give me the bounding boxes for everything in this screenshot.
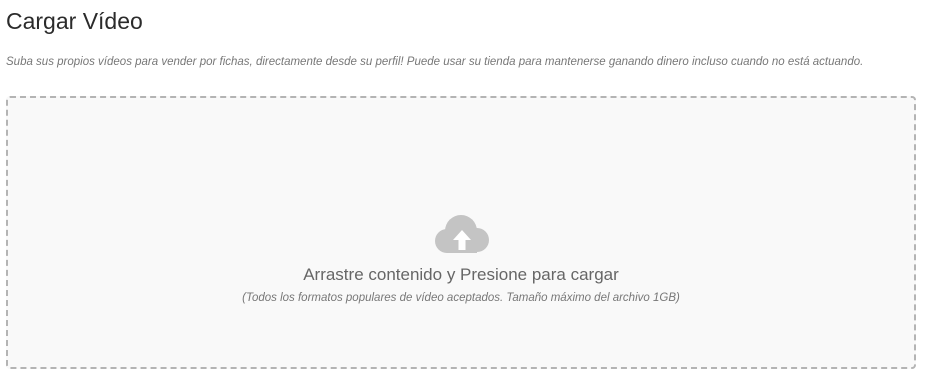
video-upload-dropzone[interactable]: Arrastre contenido y Presione para carga…: [6, 96, 916, 369]
page-title: Cargar Vídeo: [6, 8, 143, 34]
dropzone-hint: (Todos los formatos populares de vídeo a…: [242, 292, 680, 304]
dropzone-message: Arrastre contenido y Presione para carga…: [303, 265, 619, 284]
cloud-upload-icon: [435, 215, 489, 253]
page-description: Suba sus propios vídeos para vender por …: [6, 56, 864, 68]
